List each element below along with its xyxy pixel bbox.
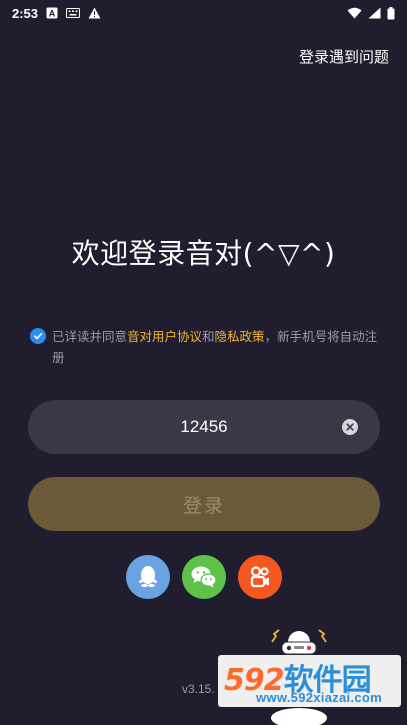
phone-field	[28, 400, 380, 454]
watermark-url: www.592xiazai.com	[256, 690, 383, 705]
status-time: 2:53	[12, 5, 39, 21]
kuaishou-icon	[248, 565, 272, 589]
agreement-checkbox[interactable]	[30, 328, 46, 344]
login-button[interactable]: 登录	[28, 477, 380, 531]
close-icon	[346, 423, 354, 431]
check-icon	[33, 331, 43, 341]
agreement-text: 已详读并同意音对用户协议和隐私政策，新手机号将自动注册	[52, 326, 380, 368]
status-bar-left: 2:53 A	[12, 6, 101, 21]
qq-icon	[136, 564, 160, 590]
warning-icon	[88, 7, 101, 19]
privacy-policy-link[interactable]: 隐私政策	[215, 329, 265, 344]
status-bar-right	[347, 6, 395, 20]
login-help-link[interactable]: 登录遇到问题	[299, 46, 389, 67]
watermark: 592软件园 www.592xiazai.com	[218, 628, 407, 725]
phone-input[interactable]	[82, 416, 326, 438]
agreement-prefix: 已详读并同意	[52, 329, 128, 344]
version-label: v3.15.	[182, 682, 215, 696]
watermark-banner: 592软件园 www.592xiazai.com	[218, 655, 401, 707]
user-agreement-link[interactable]: 音对用户协议	[127, 329, 202, 344]
clear-input-button[interactable]	[342, 419, 358, 435]
agreement-row: 已详读并同意音对用户协议和隐私政策，新手机号将自动注册	[30, 326, 380, 368]
notification-a-icon: A	[46, 7, 58, 19]
wifi-icon	[347, 7, 362, 19]
signal-icon	[368, 7, 381, 19]
status-bar: 2:53 A	[0, 0, 407, 26]
svg-text:A: A	[49, 9, 56, 19]
login-screen: 2:53 A 登录遇到问题 欢迎登录音对(^▽^) 已详读并同意音对用户协议和隐…	[0, 0, 407, 725]
agreement-and: 和	[202, 329, 215, 344]
welcome-title: 欢迎登录音对(^▽^)	[71, 237, 336, 270]
wechat-icon	[190, 565, 218, 589]
battery-icon	[387, 6, 395, 20]
social-login-row	[0, 555, 407, 599]
kuaishou-login-button[interactable]	[237, 555, 282, 599]
keyboard-icon	[66, 8, 81, 18]
qq-login-button[interactable]	[125, 555, 170, 599]
wechat-login-button[interactable]	[181, 555, 226, 599]
